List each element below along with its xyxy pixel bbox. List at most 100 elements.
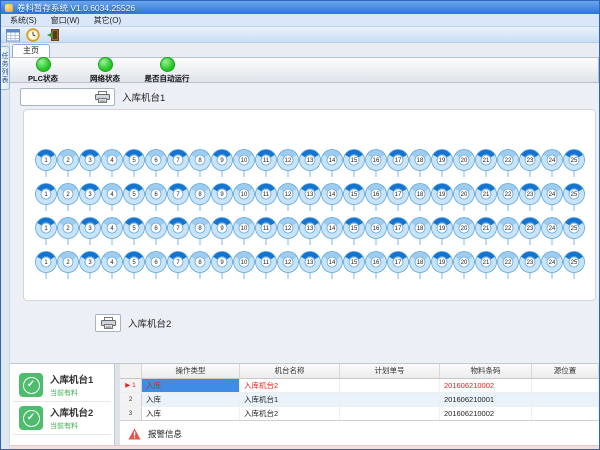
table-cell[interactable]: 201606210001 bbox=[440, 393, 532, 406]
table-cell[interactable]: 201606210002 bbox=[440, 407, 532, 420]
coil-slot-9[interactable]: 9 bbox=[211, 146, 233, 180]
coil-slot-21[interactable]: 21 bbox=[475, 180, 497, 214]
coil-slot-11[interactable]: 11 bbox=[255, 214, 277, 248]
coil-slot-15[interactable]: 15 bbox=[343, 146, 365, 180]
coil-slot-17[interactable]: 17 bbox=[387, 146, 409, 180]
coil-slot-14[interactable]: 14 bbox=[321, 146, 343, 180]
coil-slot-20[interactable]: 20 bbox=[453, 214, 475, 248]
coil-slot-20[interactable]: 20 bbox=[453, 146, 475, 180]
coil-slot-2[interactable]: 2 bbox=[57, 146, 79, 180]
coil-slot-6[interactable]: 6 bbox=[145, 146, 167, 180]
coil-slot-11[interactable]: 11 bbox=[255, 248, 277, 282]
coil-slot-15[interactable]: 15 bbox=[343, 248, 365, 282]
column-header[interactable]: 机台名称 bbox=[240, 364, 340, 378]
coil-slot-16[interactable]: 16 bbox=[365, 214, 387, 248]
coil-slot-11[interactable]: 11 bbox=[255, 180, 277, 214]
coil-slot-20[interactable]: 20 bbox=[453, 180, 475, 214]
coil-slot-1[interactable]: 1 bbox=[35, 214, 57, 248]
coil-slot-2[interactable]: 2 bbox=[57, 248, 79, 282]
coil-slot-4[interactable]: 4 bbox=[101, 214, 123, 248]
coil-slot-23[interactable]: 23 bbox=[519, 146, 541, 180]
coil-slot-4[interactable]: 4 bbox=[101, 146, 123, 180]
coil-slot-16[interactable]: 16 bbox=[365, 180, 387, 214]
table-cell[interactable] bbox=[340, 393, 440, 406]
coil-slot-9[interactable]: 9 bbox=[211, 248, 233, 282]
coil-slot-19[interactable]: 19 bbox=[431, 248, 453, 282]
print-button-machine2[interactable] bbox=[95, 314, 121, 332]
menu-item[interactable]: 系统(S) bbox=[3, 15, 44, 26]
coil-slot-14[interactable]: 14 bbox=[321, 180, 343, 214]
coil-slot-5[interactable]: 5 bbox=[123, 180, 145, 214]
table-cell[interactable]: 入库 bbox=[142, 379, 240, 392]
coil-slot-25[interactable]: 25 bbox=[563, 248, 585, 282]
coil-slot-17[interactable]: 17 bbox=[387, 214, 409, 248]
coil-slot-19[interactable]: 19 bbox=[431, 214, 453, 248]
coil-slot-6[interactable]: 6 bbox=[145, 180, 167, 214]
coil-slot-6[interactable]: 6 bbox=[145, 248, 167, 282]
column-header[interactable]: 源位置 bbox=[532, 364, 599, 378]
table-cell[interactable] bbox=[532, 407, 599, 420]
table-cell[interactable]: 入库 bbox=[142, 393, 240, 406]
coil-slot-25[interactable]: 25 bbox=[563, 180, 585, 214]
coil-slot-21[interactable]: 21 bbox=[475, 146, 497, 180]
coil-slot-18[interactable]: 18 bbox=[409, 214, 431, 248]
coil-slot-9[interactable]: 9 bbox=[211, 214, 233, 248]
coil-slot-3[interactable]: 3 bbox=[79, 180, 101, 214]
coil-slot-23[interactable]: 23 bbox=[519, 180, 541, 214]
coil-slot-12[interactable]: 12 bbox=[277, 146, 299, 180]
coil-slot-22[interactable]: 22 bbox=[497, 180, 519, 214]
coil-slot-22[interactable]: 22 bbox=[497, 214, 519, 248]
coil-slot-3[interactable]: 3 bbox=[79, 248, 101, 282]
coil-slot-13[interactable]: 13 bbox=[299, 214, 321, 248]
coil-slot-15[interactable]: 15 bbox=[343, 180, 365, 214]
table-cell[interactable]: 入库机台2 bbox=[240, 407, 340, 420]
coil-slot-1[interactable]: 1 bbox=[35, 248, 57, 282]
coil-slot-24[interactable]: 24 bbox=[541, 214, 563, 248]
station-card[interactable]: ✓入库机台1当前有料 bbox=[13, 369, 111, 402]
coil-slot-7[interactable]: 7 bbox=[167, 180, 189, 214]
table-cell[interactable] bbox=[532, 379, 599, 392]
coil-slot-24[interactable]: 24 bbox=[541, 146, 563, 180]
coil-slot-22[interactable]: 22 bbox=[497, 248, 519, 282]
coil-slot-4[interactable]: 4 bbox=[101, 180, 123, 214]
calendar-button[interactable] bbox=[5, 27, 20, 42]
coil-slot-21[interactable]: 21 bbox=[475, 214, 497, 248]
coil-slot-3[interactable]: 3 bbox=[79, 146, 101, 180]
coil-slot-20[interactable]: 20 bbox=[453, 248, 475, 282]
dock-tab-tasks[interactable]: 任务列表 bbox=[1, 46, 10, 90]
table-cell[interactable]: 入库 bbox=[142, 407, 240, 420]
coil-slot-7[interactable]: 7 bbox=[167, 214, 189, 248]
coil-slot-10[interactable]: 10 bbox=[233, 180, 255, 214]
coil-slot-8[interactable]: 8 bbox=[189, 214, 211, 248]
coil-slot-14[interactable]: 14 bbox=[321, 214, 343, 248]
print-button-machine1[interactable] bbox=[20, 88, 115, 106]
coil-slot-22[interactable]: 22 bbox=[497, 146, 519, 180]
coil-slot-10[interactable]: 10 bbox=[233, 146, 255, 180]
column-header[interactable]: 计划单号 bbox=[340, 364, 440, 378]
coil-slot-19[interactable]: 19 bbox=[431, 146, 453, 180]
coil-slot-17[interactable]: 17 bbox=[387, 180, 409, 214]
table-cell[interactable] bbox=[532, 393, 599, 406]
coil-slot-18[interactable]: 18 bbox=[409, 248, 431, 282]
coil-slot-16[interactable]: 16 bbox=[365, 146, 387, 180]
column-header[interactable]: 操作类型 bbox=[142, 364, 240, 378]
coil-slot-19[interactable]: 19 bbox=[431, 180, 453, 214]
menu-item[interactable]: 窗口(W) bbox=[44, 15, 87, 26]
coil-slot-17[interactable]: 17 bbox=[387, 248, 409, 282]
column-header[interactable]: 物料条码 bbox=[440, 364, 532, 378]
table-cell[interactable] bbox=[340, 407, 440, 420]
coil-slot-16[interactable]: 16 bbox=[365, 248, 387, 282]
coil-slot-15[interactable]: 15 bbox=[343, 214, 365, 248]
coil-slot-7[interactable]: 7 bbox=[167, 146, 189, 180]
coil-slot-1[interactable]: 1 bbox=[35, 180, 57, 214]
coil-slot-2[interactable]: 2 bbox=[57, 180, 79, 214]
station-card[interactable]: ✓入库机台2当前有料 bbox=[13, 402, 111, 435]
coil-slot-1[interactable]: 1 bbox=[35, 146, 57, 180]
coil-slot-18[interactable]: 18 bbox=[409, 146, 431, 180]
tab-home[interactable]: 主页 bbox=[12, 44, 50, 57]
coil-slot-23[interactable]: 23 bbox=[519, 214, 541, 248]
coil-slot-6[interactable]: 6 bbox=[145, 214, 167, 248]
coil-slot-10[interactable]: 10 bbox=[233, 248, 255, 282]
coil-slot-5[interactable]: 5 bbox=[123, 146, 145, 180]
coil-slot-12[interactable]: 12 bbox=[277, 214, 299, 248]
